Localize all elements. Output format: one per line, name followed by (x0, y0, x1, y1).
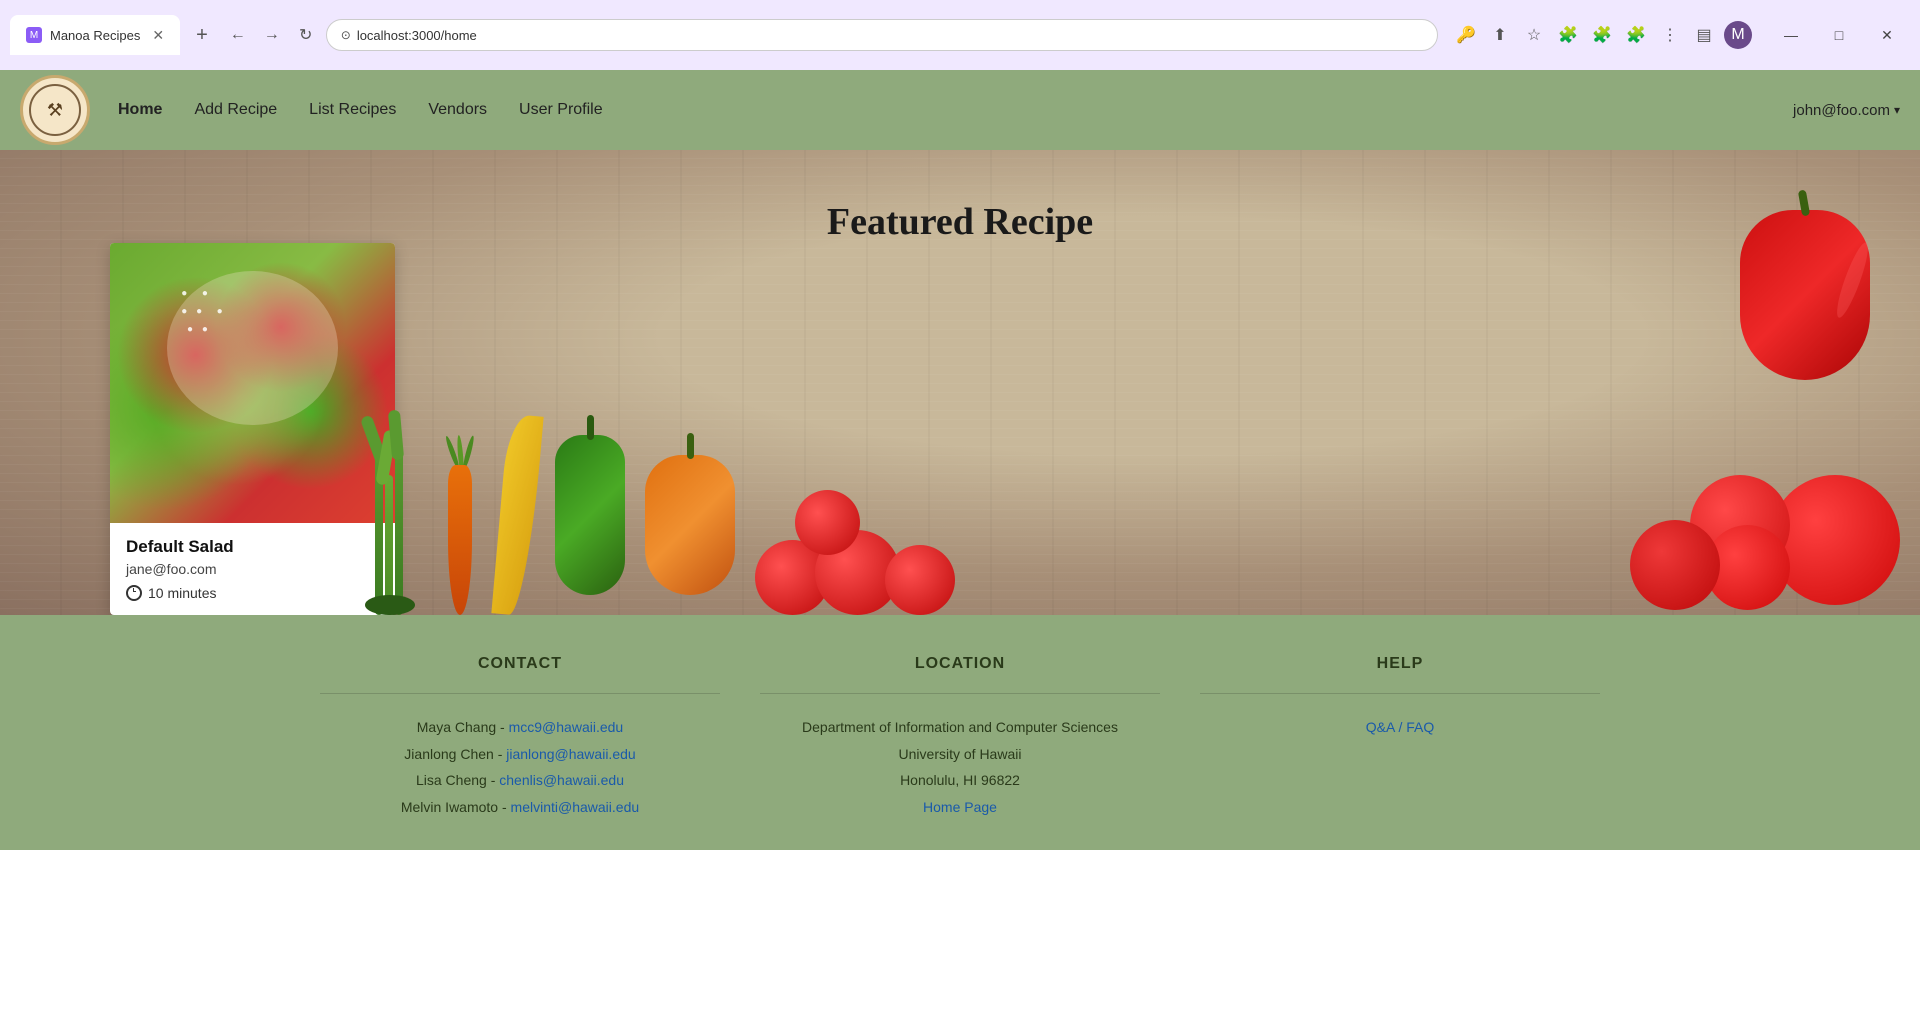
contact-divider (320, 693, 720, 694)
contact-email-2[interactable]: jianlong@hawaii.edu (506, 746, 635, 762)
contact-entry-3: Lisa Cheng - chenlis@hawaii.edu (320, 767, 720, 794)
footer-help: HELP Q&A / FAQ (1200, 655, 1600, 820)
logo-inner: ⚒ (29, 84, 81, 136)
window-controls: — □ ✕ (1768, 19, 1910, 51)
help-heading: HELP (1200, 655, 1600, 673)
contact-entry-1: Maya Chang - mcc9@hawaii.edu (320, 714, 720, 741)
contact-sep-2: - (498, 746, 507, 762)
contact-sep-4: - (502, 799, 511, 815)
nav-add-recipe[interactable]: Add Recipe (194, 101, 277, 119)
help-divider (1200, 693, 1600, 694)
location-heading: LOCATION (760, 655, 1160, 673)
puzzle-icon[interactable]: 🧩 (1622, 21, 1650, 49)
url-text: localhost:3000/home (357, 28, 477, 43)
carrot-decoration (440, 435, 480, 615)
location-home-page-link[interactable]: Home Page (923, 799, 997, 815)
green-pepper-decoration (555, 395, 625, 615)
profile-icon[interactable]: M (1724, 21, 1752, 49)
contact-email-1[interactable]: mcc9@hawaii.edu (509, 719, 624, 735)
key-icon[interactable]: 🔑 (1452, 21, 1480, 49)
help-faq-link[interactable]: Q&A / FAQ (1366, 719, 1434, 735)
footer-contact: CONTACT Maya Chang - mcc9@hawaii.edu Jia… (320, 655, 720, 820)
location-divider (760, 693, 1160, 694)
contact-sep-1: - (500, 719, 509, 735)
forward-button[interactable]: → (258, 21, 286, 49)
nav-home[interactable]: Home (118, 101, 162, 119)
close-button[interactable]: ✕ (1864, 19, 1910, 51)
footer-location: LOCATION Department of Information and C… (760, 655, 1160, 820)
location-text: Department of Information and Computer S… (760, 714, 1160, 820)
fork-icon: ⚒ (47, 100, 63, 121)
addon-icon[interactable]: 🧩 (1588, 21, 1616, 49)
recipe-card-time-label: 10 minutes (148, 585, 216, 601)
new-tab-button[interactable]: + (188, 20, 216, 51)
footer: CONTACT Maya Chang - mcc9@hawaii.edu Jia… (0, 615, 1920, 850)
user-dropdown-arrow: ▾ (1894, 103, 1900, 117)
tomato-decoration (755, 415, 955, 615)
lock-icon: ⊙ (341, 28, 351, 42)
maximize-button[interactable]: □ (1816, 19, 1862, 51)
contact-entry-4: Melvin Iwamoto - melvinti@hawaii.edu (320, 794, 720, 821)
nav-links: Home Add Recipe List Recipes Vendors Use… (118, 101, 1793, 119)
extensions-icon[interactable]: 🧩 (1554, 21, 1582, 49)
contact-entries: Maya Chang - mcc9@hawaii.edu Jianlong Ch… (320, 714, 720, 820)
back-button[interactable]: ← (224, 21, 252, 49)
nav-user-menu[interactable]: john@foo.com ▾ (1793, 102, 1900, 119)
scallion-decoration (360, 415, 420, 615)
tab-close-button[interactable]: ✕ (152, 27, 164, 44)
browser-chrome: M Manoa Recipes ✕ + ← → ↻ ⊙ localhost:30… (0, 0, 1920, 70)
user-email: john@foo.com (1793, 102, 1890, 119)
location-line3: Honolulu, HI 96822 (760, 767, 1160, 794)
featured-recipe-title: Featured Recipe (827, 200, 1093, 244)
location-line2: University of Hawaii (760, 741, 1160, 768)
refresh-button[interactable]: ↻ (292, 21, 320, 49)
browser-controls: ← → ↻ ⊙ localhost:3000/home 🔑 ⬆ ☆ 🧩 🧩 🧩 … (224, 11, 1752, 59)
contact-email-3[interactable]: chenlis@hawaii.edu (499, 772, 624, 788)
browser-actions: 🔑 ⬆ ☆ 🧩 🧩 🧩 ⋮ ▤ M (1452, 21, 1752, 49)
contact-name-4: Melvin Iwamoto (401, 799, 498, 815)
minimize-button[interactable]: — (1768, 19, 1814, 51)
contact-sep-3: - (491, 772, 500, 788)
contact-name-2: Jianlong Chen (404, 746, 494, 762)
tomatoes-large (1620, 415, 1920, 615)
tab-icon: M (26, 27, 42, 43)
banana-decoration (500, 395, 535, 615)
clock-icon (126, 585, 142, 601)
menu-icon[interactable]: ⋮ (1656, 21, 1684, 49)
contact-name-3: Lisa Cheng (416, 772, 487, 788)
contact-email-4[interactable]: melvinti@hawaii.edu (511, 799, 640, 815)
location-line1: Department of Information and Computer S… (760, 714, 1160, 741)
red-pepper-large (1740, 210, 1870, 390)
star-icon[interactable]: ☆ (1520, 21, 1548, 49)
orange-pepper-decoration (645, 405, 735, 615)
footer-grid: CONTACT Maya Chang - mcc9@hawaii.edu Jia… (260, 655, 1660, 820)
nav-vendors[interactable]: Vendors (428, 101, 487, 119)
contact-entry-2: Jianlong Chen - jianlong@hawaii.edu (320, 741, 720, 768)
browser-tab[interactable]: M Manoa Recipes ✕ (10, 15, 180, 55)
contact-name-1: Maya Chang (417, 719, 496, 735)
address-bar[interactable]: ⊙ localhost:3000/home (326, 19, 1438, 51)
nav-list-recipes[interactable]: List Recipes (309, 101, 396, 119)
share-icon[interactable]: ⬆ (1486, 21, 1514, 49)
hero-section: Featured Recipe Default Salad jane@foo.c… (0, 150, 1920, 615)
tab-title: Manoa Recipes (50, 28, 140, 43)
logo[interactable]: ⚒ (20, 75, 90, 145)
help-text: Q&A / FAQ (1200, 714, 1600, 741)
contact-heading: CONTACT (320, 655, 720, 673)
sidebar-icon[interactable]: ▤ (1690, 21, 1718, 49)
nav-user-profile[interactable]: User Profile (519, 101, 603, 119)
navbar: ⚒ Home Add Recipe List Recipes Vendors U… (0, 70, 1920, 150)
